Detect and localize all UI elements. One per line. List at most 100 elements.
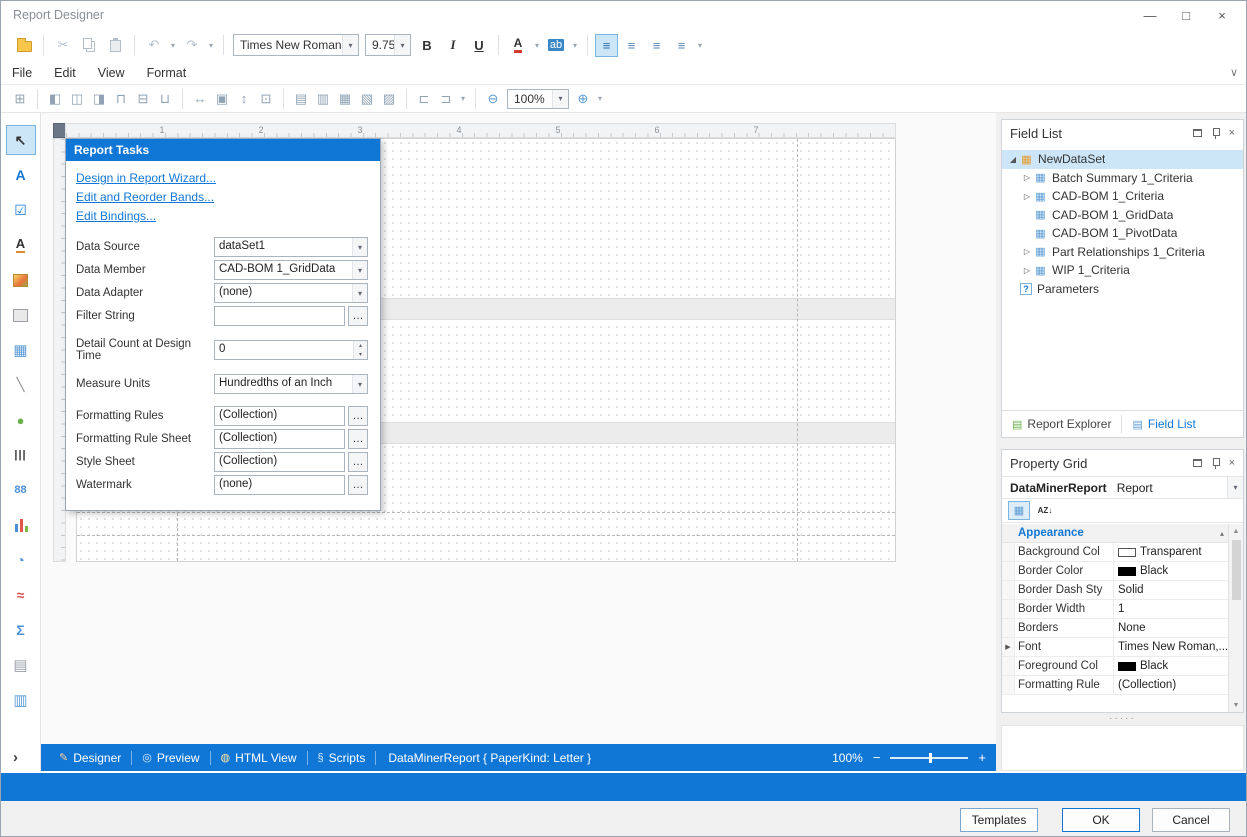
increase-horizontal-spacing-icon[interactable]: ▥ (312, 88, 334, 110)
menu-format[interactable]: Format (136, 61, 198, 84)
align-bottoms-icon[interactable]: ⊔ (154, 88, 176, 110)
highlight-color-button[interactable]: ab (544, 33, 568, 57)
picturebox-tool[interactable] (6, 265, 36, 295)
panel-tool[interactable] (6, 300, 36, 330)
scrollbar-thumb[interactable] (1232, 540, 1241, 600)
scrollbar[interactable]: ▲ ▼ (1228, 524, 1243, 712)
zipcode-tool[interactable]: 88 (6, 475, 36, 505)
collapse-node-icon[interactable]: ◢ (1006, 155, 1020, 164)
zoom-in-button[interactable]: + (978, 750, 986, 765)
undo-dropdown-icon[interactable]: ▾ (167, 33, 179, 57)
ellipsis-button[interactable]: … (348, 306, 368, 326)
tree-node-field[interactable]: ▷ ▦ Part Relationships 1_Criteria (1002, 243, 1243, 262)
align-left-edges-icon[interactable]: ◧ (44, 88, 66, 110)
open-button[interactable] (12, 33, 36, 57)
expand-property-icon[interactable]: ▶ (1002, 638, 1015, 656)
subreport-tool[interactable]: ▤ (6, 650, 36, 680)
chart-tool[interactable] (6, 510, 36, 540)
make-same-height-icon[interactable]: ↕ (233, 88, 255, 110)
ellipsis-button[interactable]: … (348, 406, 368, 426)
property-value[interactable]: 1 (1114, 600, 1228, 618)
line-tool[interactable]: ╲ (6, 370, 36, 400)
tree-node-parameters[interactable]: ? Parameters (1002, 280, 1243, 299)
chevron-down-icon[interactable]: ▾ (352, 375, 367, 393)
align-centers-icon[interactable]: ◫ (66, 88, 88, 110)
align-justify-icon[interactable]: ≡ (670, 34, 693, 57)
pivotgrid-tool[interactable]: Σ (6, 615, 36, 645)
data-member-select[interactable]: CAD-BOM 1_GridData ▾ (214, 260, 368, 280)
equal-vertical-spacing-icon[interactable]: ▧ (356, 88, 378, 110)
toc-tool[interactable]: ▥ (6, 685, 36, 715)
maximize-button[interactable]: □ (1168, 1, 1204, 29)
align-center-icon[interactable]: ≡ (620, 34, 643, 57)
data-adapter-select[interactable]: (none) ▾ (214, 283, 368, 303)
close-button[interactable]: × (1204, 1, 1240, 29)
font-name-select[interactable]: Times New Roman ▾ (233, 34, 359, 56)
property-value[interactable]: (Collection) (1114, 676, 1228, 694)
menu-view[interactable]: View (87, 61, 136, 84)
equal-horizontal-spacing-icon[interactable]: ▤ (290, 88, 312, 110)
property-row-border-color[interactable]: Border Color Black (1002, 562, 1228, 581)
align-left-icon[interactable]: ≡ (595, 34, 618, 57)
menu-file[interactable]: File (1, 61, 43, 84)
panel-splitter[interactable]: ····· (1001, 713, 1244, 723)
spin-up-icon[interactable]: ▴ (354, 341, 367, 350)
table-tool[interactable]: ▦ (6, 335, 36, 365)
data-source-select[interactable]: dataSet1 ▾ (214, 237, 368, 257)
alphabetical-sort-icon[interactable]: AZ↓ (1034, 501, 1056, 520)
increase-vertical-spacing-icon[interactable]: ▨ (378, 88, 400, 110)
scroll-down-icon[interactable]: ▼ (1229, 698, 1243, 712)
chevron-down-icon[interactable]: ▾ (394, 35, 410, 55)
tree-node-field[interactable]: ▦ CAD-BOM 1_PivotData (1002, 224, 1243, 243)
tree-node-field[interactable]: ▷ ▦ Batch Summary 1_Criteria (1002, 169, 1243, 188)
pin-icon[interactable] (1211, 458, 1220, 469)
close-panel-icon[interactable]: × (1229, 127, 1235, 139)
barcode-tool[interactable]: ||| (6, 440, 36, 470)
align-to-grid-icon[interactable]: ⊞ (9, 88, 31, 110)
richtext-tool[interactable]: A (6, 230, 36, 260)
property-row-formatting-rules[interactable]: Formatting Rule (Collection) (1002, 676, 1228, 695)
categorized-view-icon[interactable]: ▦ (1008, 501, 1030, 520)
italic-button[interactable]: I (441, 33, 465, 57)
tab-designer[interactable]: ✎ Designer (51, 744, 129, 771)
tree-node-newdataset[interactable]: ◢ ▦ NewDataSet (1002, 150, 1243, 169)
property-value[interactable]: None (1114, 619, 1228, 637)
redo-dropdown-icon[interactable]: ▾ (205, 33, 217, 57)
detail-count-spinner[interactable]: 0 ▴▾ (214, 340, 368, 360)
property-value[interactable]: Black (1114, 657, 1228, 675)
chevron-down-icon[interactable]: ▾ (1227, 477, 1243, 498)
font-color-dropdown-icon[interactable]: ▾ (531, 33, 543, 57)
chevron-down-icon[interactable]: ▾ (352, 261, 367, 279)
tab-report-explorer[interactable]: ▤ Report Explorer (1002, 411, 1121, 437)
align-middles-icon[interactable]: ⊟ (132, 88, 154, 110)
send-to-back-icon[interactable]: ⊐ (435, 88, 457, 110)
ellipsis-button[interactable]: … (348, 475, 368, 495)
gauge-tool[interactable]: ◔ (6, 545, 36, 575)
redo-icon[interactable]: ↷ (180, 33, 204, 57)
filter-string-input[interactable] (214, 306, 345, 326)
decrease-horizontal-spacing-icon[interactable]: ▦ (334, 88, 356, 110)
collapse-category-icon[interactable]: ▴ (1220, 529, 1224, 538)
float-window-icon[interactable] (1193, 459, 1202, 467)
zoom-out-icon[interactable]: ⊖ (482, 88, 504, 110)
expand-node-icon[interactable]: ▷ (1020, 266, 1034, 275)
zoom-select[interactable]: 100% ▾ (507, 89, 569, 109)
align-tops-icon[interactable]: ⊓ (110, 88, 132, 110)
copy-button[interactable] (77, 33, 101, 57)
property-row-foreground-color[interactable]: Foreground Col Black (1002, 657, 1228, 676)
tree-node-field[interactable]: ▦ CAD-BOM 1_GridData (1002, 206, 1243, 225)
tab-field-list[interactable]: ▤ Field List (1122, 411, 1205, 437)
chevron-down-icon[interactable]: ▾ (352, 284, 367, 302)
make-same-size-icon[interactable]: ⊡ (255, 88, 277, 110)
zoom-slider[interactable] (890, 757, 968, 759)
property-row-border-width[interactable]: Border Width 1 (1002, 600, 1228, 619)
bring-to-front-icon[interactable]: ⊏ (413, 88, 435, 110)
property-value[interactable]: Transparent (1114, 543, 1228, 561)
cancel-button[interactable]: Cancel (1152, 808, 1230, 832)
zoom-slider-thumb[interactable] (929, 753, 932, 763)
label-tool[interactable]: A (6, 160, 36, 190)
ellipsis-button[interactable]: … (348, 429, 368, 449)
formatting-rules-input[interactable]: (Collection) (214, 406, 345, 426)
tab-preview[interactable]: ◎ Preview (134, 744, 207, 771)
paste-button[interactable] (103, 33, 127, 57)
